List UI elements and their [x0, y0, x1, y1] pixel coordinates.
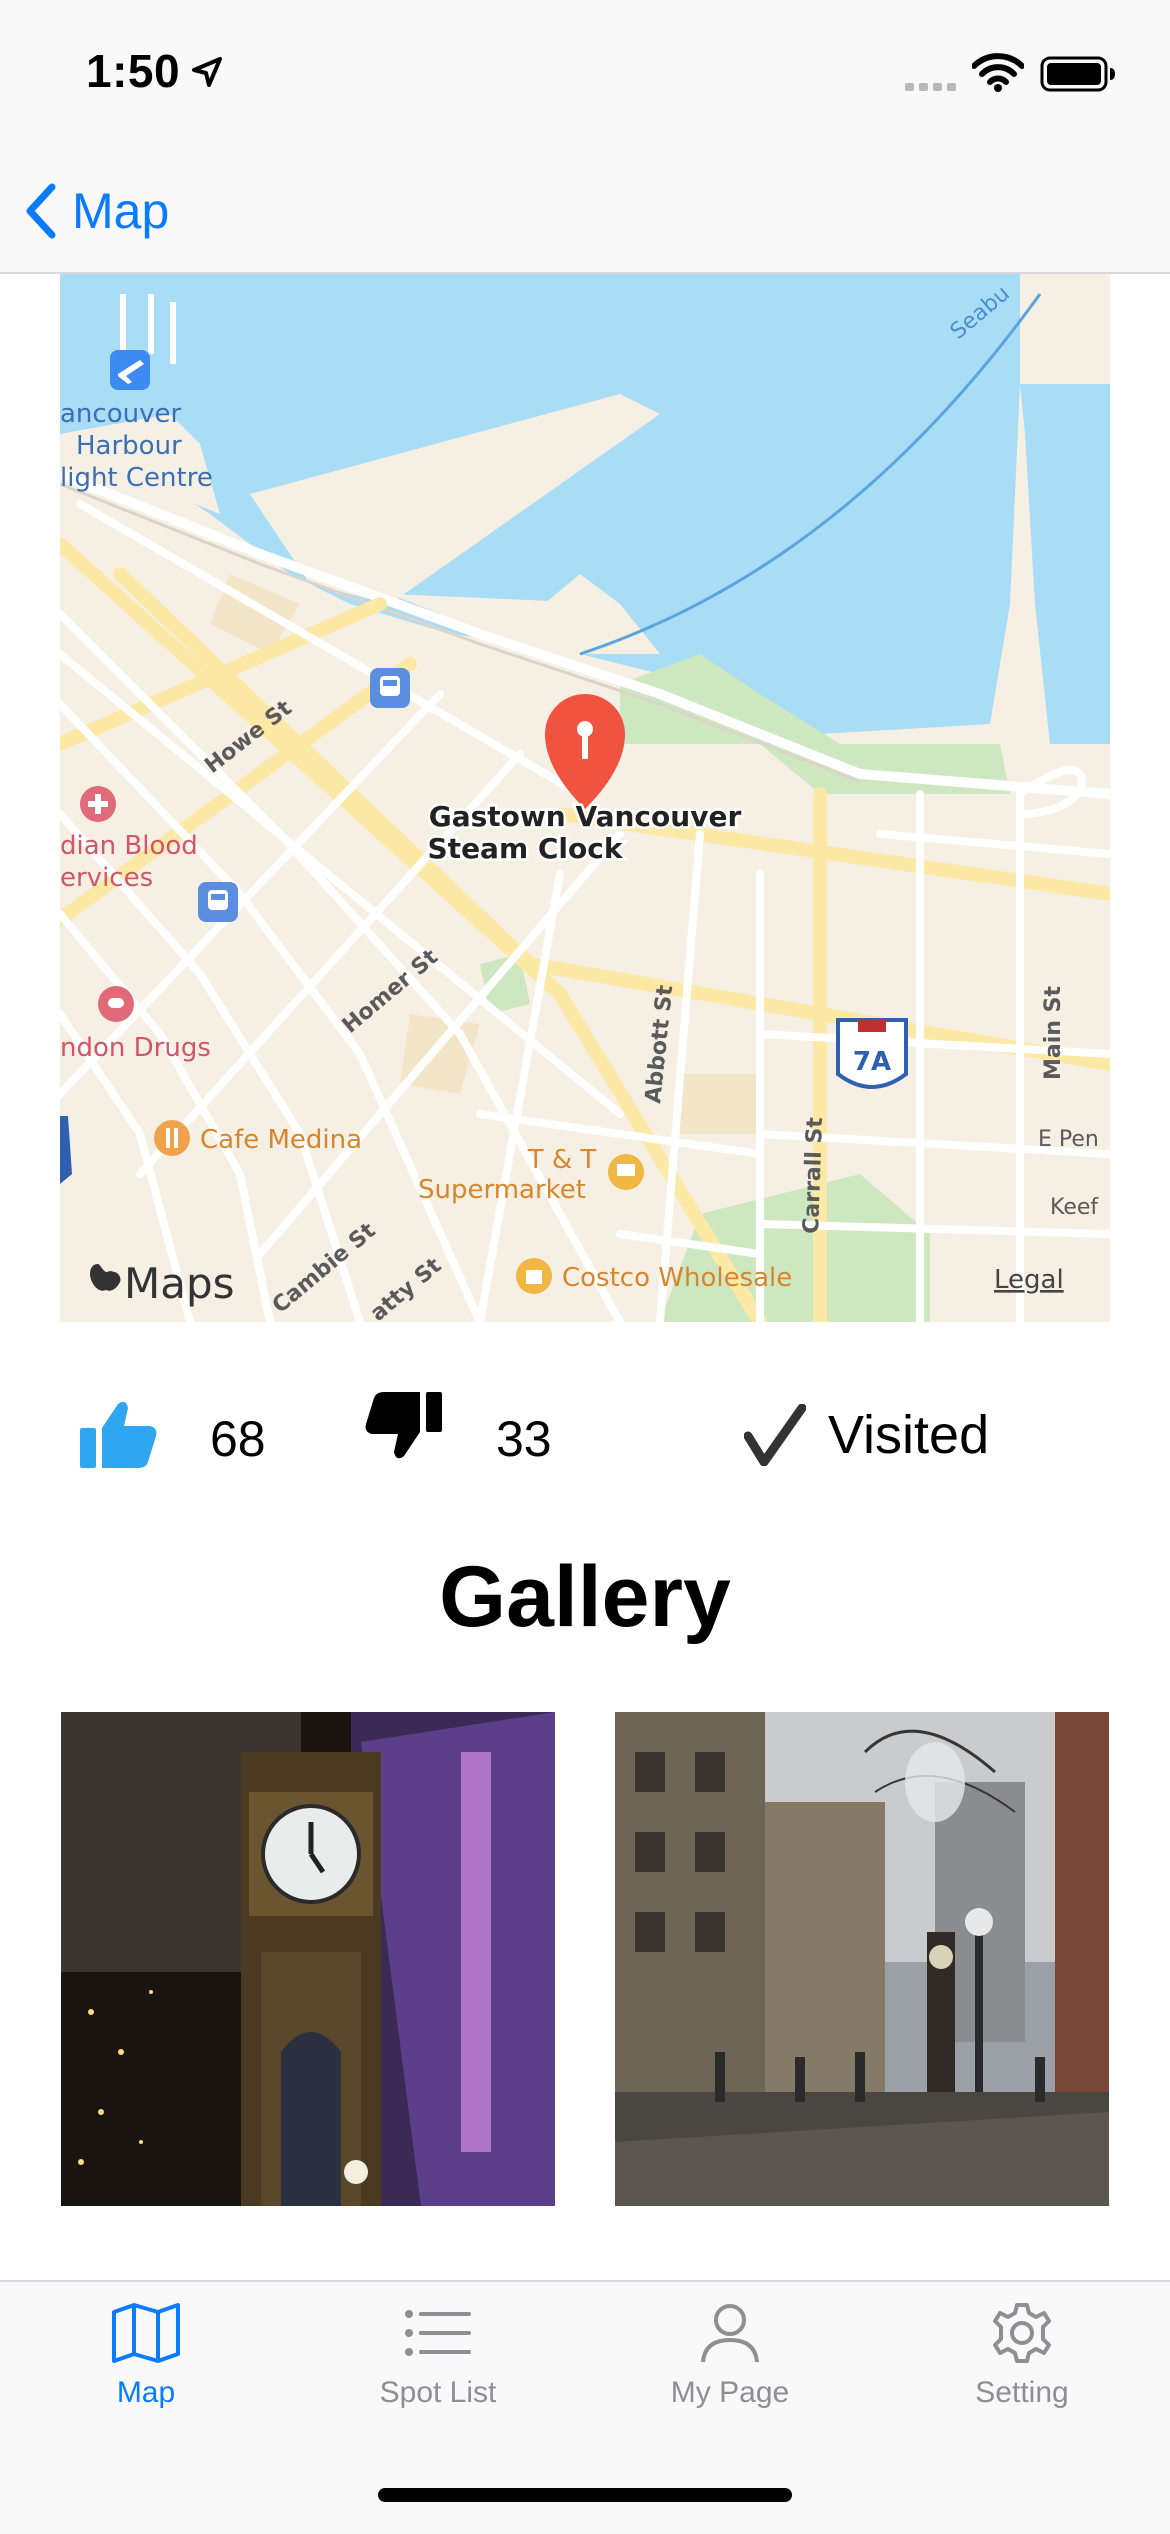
location-arrow-icon — [192, 57, 222, 87]
stats-row: 68 33 Visited — [0, 1370, 1170, 1500]
grocery-icon — [608, 1154, 644, 1190]
highway-number: 7A — [853, 1047, 891, 1077]
pin-label-line1: Gastown Vancouver — [429, 800, 742, 833]
pharmacy-icon — [98, 986, 134, 1022]
street-keefer: Keef — [1050, 1195, 1099, 1220]
map-label-blood1: dian Blood — [60, 831, 198, 861]
map-label-harbour1: ancouver — [60, 399, 181, 429]
battery-icon — [1040, 56, 1115, 92]
tab-map-label: Map — [116, 2376, 176, 2409]
tab-map[interactable]: Map — [16, 2302, 276, 2452]
maps-brand: Maps — [124, 1259, 235, 1308]
map-label-cafe: Cafe Medina — [200, 1125, 362, 1155]
map-view[interactable]: Gastown Vancouver Steam Clock 7A ancouve… — [60, 274, 1110, 1322]
street-main: Main St — [1041, 986, 1066, 1080]
gallery-title: Gallery — [439, 1549, 731, 1645]
likes-count: 68 — [210, 1411, 266, 1467]
home-indicator[interactable] — [378, 2488, 792, 2502]
back-button[interactable]: Map — [24, 176, 169, 246]
map-canvas: Gastown Vancouver Steam Clock 7A ancouve… — [60, 274, 1110, 1322]
gear-icon — [993, 2303, 1051, 2363]
hospital-icon — [80, 786, 116, 822]
tab-my-page[interactable]: My Page — [600, 2302, 860, 2452]
person-icon — [701, 2304, 759, 2363]
map-icon — [112, 2303, 180, 2363]
tab-my-page-label: My Page — [670, 2376, 790, 2409]
pin-label-line2: Steam Clock — [428, 832, 624, 865]
status-time: 1:50 — [86, 45, 181, 97]
tab-spot-list-label: Spot List — [379, 2376, 497, 2409]
back-button-label: Map — [72, 183, 170, 239]
transit-icon — [198, 882, 238, 922]
list-icon — [405, 2310, 471, 2356]
airport-icon — [110, 350, 150, 390]
checkmark-icon[interactable] — [744, 1404, 806, 1466]
tab-setting-label: Setting — [975, 2376, 1069, 2409]
cellular-signal-icon — [905, 83, 956, 91]
gallery-photo-steam-clock-night[interactable] — [61, 1712, 555, 2206]
tab-spot-list[interactable]: Spot List — [308, 2302, 568, 2452]
navigation-bar: Map — [0, 150, 1170, 274]
chevron-left-icon — [26, 183, 56, 239]
map-label-tt2: Supermarket — [418, 1175, 586, 1205]
thumbs-down-icon[interactable] — [364, 1390, 444, 1462]
photo-image — [61, 1712, 555, 2206]
map-label-harbour2: Harbour — [76, 431, 182, 461]
thumbs-up-icon[interactable] — [78, 1398, 158, 1470]
status-bar: 1:50 — [0, 0, 1170, 150]
street-carrall: Carrall St — [799, 1116, 828, 1234]
wifi-icon — [972, 53, 1024, 92]
street-pender: E Pen — [1038, 1127, 1099, 1152]
map-label-harbour3: light Centre — [60, 463, 213, 493]
map-label-costco: Costco Wholesale — [562, 1263, 792, 1293]
photo-image — [615, 1712, 1109, 2206]
visited-label[interactable]: Visited — [828, 1404, 989, 1466]
map-label-tt1: T & T — [527, 1145, 597, 1175]
dislikes-count: 33 — [496, 1411, 552, 1467]
map-label-drugs: ndon Drugs — [60, 1033, 211, 1063]
shopping-icon — [516, 1258, 552, 1294]
gallery-photo-steam-clock-street[interactable] — [615, 1712, 1109, 2206]
map-label-blood2: ervices — [60, 863, 153, 893]
restaurant-icon — [154, 1120, 190, 1156]
transit-icon — [370, 668, 410, 708]
tab-setting[interactable]: Setting — [892, 2302, 1152, 2452]
map-legal-link: Legal — [994, 1265, 1064, 1295]
